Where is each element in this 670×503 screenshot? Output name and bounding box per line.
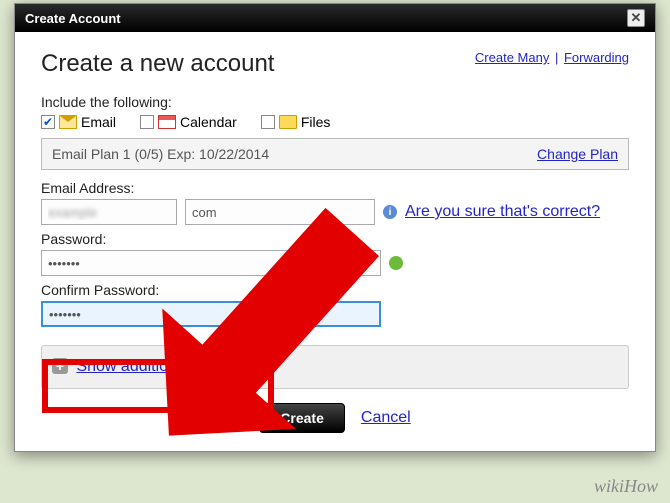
header-links: Create Many | Forwarding: [475, 50, 629, 65]
additional-options-box: + Show additional options: [41, 345, 629, 389]
email-label: Email Address:: [41, 180, 629, 196]
files-option-label: Files: [301, 114, 331, 130]
create-many-link[interactable]: Create Many: [475, 50, 549, 65]
titlebar: Create Account ✕: [15, 4, 655, 32]
close-icon[interactable]: ✕: [627, 9, 645, 27]
watermark: wikiHow: [594, 476, 658, 497]
email-checkbox[interactable]: ✔: [41, 115, 55, 129]
show-additional-options-link[interactable]: Show additional options: [76, 358, 245, 375]
dialog-title: Create Account: [25, 11, 121, 26]
create-button[interactable]: Create: [259, 403, 345, 433]
forwarding-link[interactable]: Forwarding: [564, 50, 629, 65]
dialog-content: Create a new account Create Many | Forwa…: [15, 32, 655, 451]
include-options: ✔ Email Calendar Files: [41, 114, 629, 130]
page-title: Create a new account: [41, 50, 274, 78]
confirm-password-input[interactable]: [41, 301, 381, 327]
calendar-option-label: Calendar: [180, 114, 237, 130]
password-input[interactable]: [41, 250, 381, 276]
calendar-icon: [158, 115, 176, 129]
files-checkbox[interactable]: [261, 115, 275, 129]
dialog-footer: Create Cancel: [41, 389, 629, 441]
info-icon: i: [383, 205, 397, 219]
confirm-password-label: Confirm Password:: [41, 282, 629, 298]
plan-box: Email Plan 1 (0/5) Exp: 10/22/2014 Chang…: [41, 138, 629, 170]
include-label: Include the following:: [41, 94, 629, 110]
check-ok-icon: [389, 256, 403, 270]
calendar-checkbox[interactable]: [140, 115, 154, 129]
folder-icon: [279, 115, 297, 129]
create-account-dialog: Create Account ✕ Create a new account Cr…: [14, 3, 656, 452]
plus-icon[interactable]: +: [52, 358, 68, 374]
plan-text: Email Plan 1 (0/5) Exp: 10/22/2014: [52, 146, 269, 162]
email-user-input[interactable]: [41, 199, 177, 225]
change-plan-link[interactable]: Change Plan: [537, 146, 618, 162]
email-domain-input[interactable]: [185, 199, 375, 225]
email-hint-link[interactable]: Are you sure that's correct?: [405, 203, 600, 221]
email-option-label: Email: [81, 114, 116, 130]
cancel-link[interactable]: Cancel: [361, 409, 411, 427]
mail-icon: [59, 115, 77, 129]
password-label: Password:: [41, 231, 629, 247]
link-separator: |: [555, 50, 558, 65]
